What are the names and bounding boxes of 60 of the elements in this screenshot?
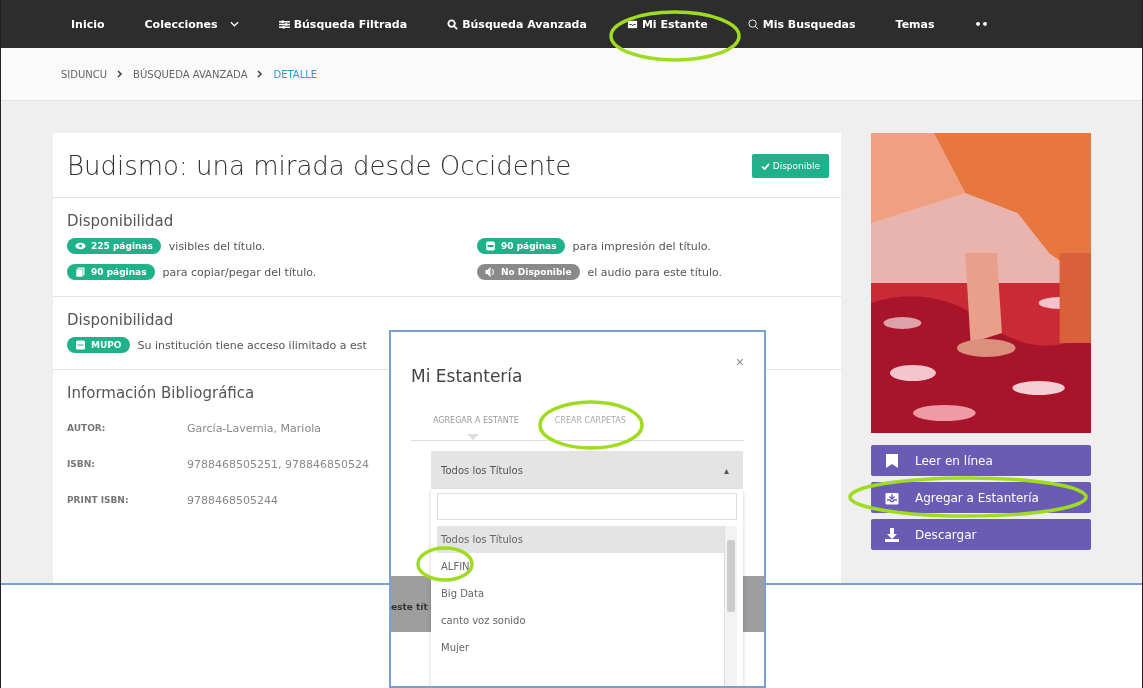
access-text: Su institución tiene acceso ilimitado a est [137,338,367,352]
pages-badge: 90 páginas [477,238,565,254]
dialog-title: Mi Estantería [411,366,523,386]
field-value: 9788468505244 [187,493,278,507]
folder-select[interactable]: Todos los Títulos ▴ [431,451,743,489]
availability-text: el audio para este título. [587,265,723,279]
nav-link[interactable]: Búsqueda Avanzada [447,17,587,31]
nav-link[interactable]: Inicio [71,17,105,31]
action-button[interactable]: Descargar [871,519,1091,550]
folder-option[interactable]: Big Data [437,580,724,607]
folder-option[interactable]: Mujer [437,634,724,661]
hidden-text: este tít [391,602,428,612]
chevron-icon [117,70,124,78]
search-icon [447,18,459,30]
pages-badge: 90 páginas [67,264,155,280]
field-value: 9788468505251, 978846850524 [187,457,369,471]
search-field[interactable] [437,493,737,520]
availability-text: para copiar/pegar del título. [162,265,317,279]
tray-icon [626,18,638,30]
folder-option[interactable]: ALFIN [437,553,724,580]
nav-link[interactable]: Mis Busquedas [747,17,856,31]
section-heading: Disponibilidad [67,311,175,329]
field-value: García-Lavernia, Mariola [187,421,321,435]
nav-link[interactable]: Mi Estante [626,17,708,31]
tray-icon [885,490,899,505]
folder-option[interactable]: Todos los Títulos [437,526,724,553]
bookmark-icon [885,453,899,468]
nav-link[interactable]: Colecciones [144,17,239,31]
availability-text: para impresión del título. [572,239,711,253]
book-title: Budismo: una mirada desde Occidente [67,151,572,181]
breadcrumb-link[interactable]: BÚSQUEDA AVANZADA [133,68,248,80]
action-button[interactable]: Agregar a Estantería [871,482,1091,513]
access-badge: MUPO [67,337,130,353]
pages-badge: No Disponible [477,264,580,280]
nav-link[interactable]: Temas [895,17,935,31]
annotation-ellipse [416,546,474,582]
breadcrumb-link[interactable]: SIDUNCU [61,68,108,80]
close-button[interactable]: × [731,352,748,372]
field-label: AUTOR: [67,423,107,433]
availability-text: visibles del título. [168,239,266,253]
copy-icon [75,267,86,277]
speaker-icon [485,267,496,277]
section-heading: Información Bibliográfica [67,384,256,402]
nav-link[interactable]: Búsqueda Filtrada [278,17,408,31]
check-icon [760,162,770,170]
eye-icon [75,241,86,251]
scrollbar[interactable] [724,526,737,686]
folder-option[interactable]: canto voz sonido [437,607,724,634]
chevron-icon [257,70,264,78]
search-icon [747,18,759,30]
download-icon [885,527,899,542]
status-badge: Disponible [751,154,829,178]
field-label: ISBN: [67,459,96,469]
sliders-icon [278,18,290,30]
caret-icon [229,21,239,27]
action-button[interactable]: Leer en línea [871,445,1091,476]
field-label: PRINT ISBN: [67,495,130,505]
nav-link[interactable]: •• [974,17,989,31]
pages-badge: 225 páginas [67,238,161,254]
section-heading: Disponibilidad [67,212,175,230]
